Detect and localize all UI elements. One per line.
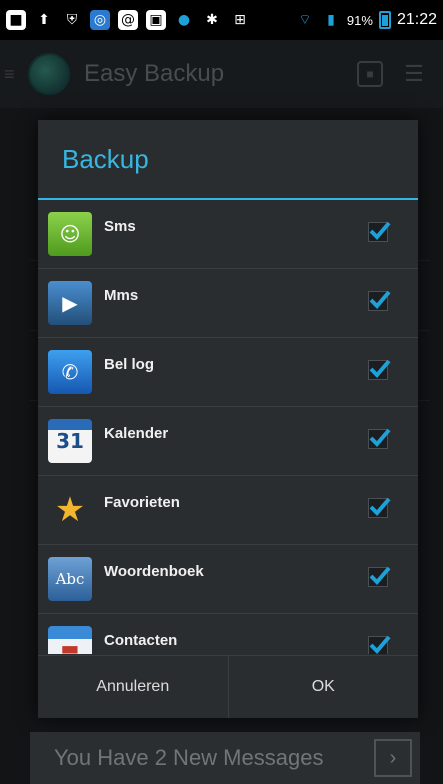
ok-button[interactable]: OK [227,656,419,718]
backup-dialog: Backup ☺ Sms ▶ Mms ✆ Bel log 31 Kalender… [38,120,418,718]
banner-text: You Have 2 New Messages [54,745,324,770]
item-label: Woordenboek [104,563,204,580]
item-label: Contacten [104,632,178,649]
list-item-contacts[interactable]: ▬ Contacten [38,614,418,654]
list-item-favorites[interactable]: ★ Favorieten [38,476,418,545]
bluetooth-icon: ✱ [206,12,218,28]
checkbox-mms[interactable] [368,290,391,311]
status-bar: ■ ⬆ ⛨ ◎ @ ▣ ● ✱ ⊞ ⌔ ▮ 91% 21:22 [0,0,443,40]
checkbox-sms[interactable] [368,221,391,242]
call-log-icon: ✆ [48,350,92,394]
dictionary-icon: Abc [48,557,92,601]
list-item-sms[interactable]: ☺ Sms [38,200,418,269]
dialog-title: Backup [62,143,149,174]
app-icon: ◎ [90,10,110,30]
checkbox-dictionary[interactable] [368,566,391,587]
contacts-icon: ▬ [48,626,92,654]
list-item-dictionary[interactable]: Abc Woordenboek [38,545,418,614]
item-label: Bel log [104,356,155,373]
checkbox-calendar[interactable] [368,428,391,449]
messages-banner[interactable]: You Have 2 New Messages › [30,732,420,784]
item-label: Mms [104,287,139,304]
dot-icon: ● [177,12,191,28]
checkbox-contacts[interactable] [368,635,391,654]
shield-icon: ⛨ [66,12,78,28]
clock: 21:22 [396,11,437,28]
nfc-icon: ⊞ [234,12,246,28]
item-label: Favorieten [104,494,180,511]
favorites-icon: ★ [54,490,86,530]
chevron-right-icon[interactable]: › [374,739,412,777]
mms-icon: ▶ [48,281,92,325]
backup-item-list: ☺ Sms ▶ Mms ✆ Bel log 31 Kalender ★ Favo… [38,200,418,654]
at-icon: @ [118,10,138,30]
wifi-icon: ⌔ [298,12,312,28]
list-item-calendar[interactable]: 31 Kalender [38,407,418,476]
cancel-button[interactable]: Annuleren [38,656,228,718]
list-item-mms[interactable]: ▶ Mms [38,269,418,338]
list-item-call-log[interactable]: ✆ Bel log [38,338,418,407]
battery-percent: 91% [346,12,373,28]
notification-icon: ■ [6,10,26,30]
checkbox-call-log[interactable] [368,359,391,380]
signal-icon: ▮ [327,12,335,28]
status-icons: ■ ⬆ ⛨ ◎ @ ▣ ● ✱ ⊞ [6,10,250,30]
dialog-buttons: Annuleren OK [38,655,418,718]
item-label: Kalender [104,425,169,442]
battery-icon [378,11,391,29]
upload-icon: ⬆ [38,12,50,28]
calendar-icon: 31 [48,419,92,463]
item-label: Sms [104,218,136,235]
image-icon: ▣ [146,10,166,30]
sms-icon: ☺ [48,212,92,256]
checkbox-favorites[interactable] [368,497,391,518]
